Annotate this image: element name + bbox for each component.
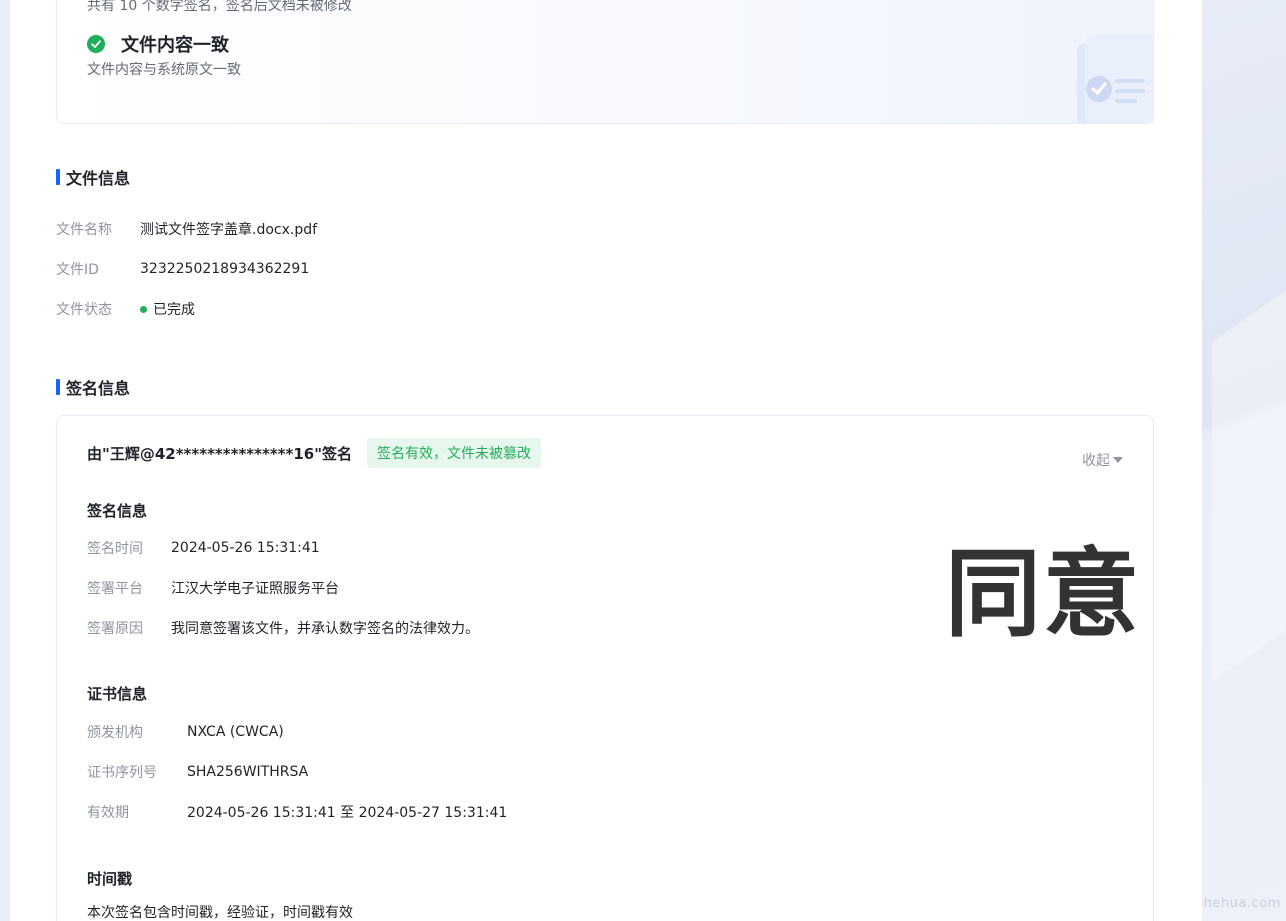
- signature-info-title: 签名信息: [66, 379, 131, 398]
- cert-serial-value: SHA256WITHRSA: [187, 764, 309, 780]
- summary-subtitle: 共有 10 个数字签名，签名后文档未被修改: [87, 0, 352, 14]
- signature-seal-image: 同意: [945, 538, 1141, 650]
- file-id-label: 文件ID: [56, 262, 99, 278]
- sign-time-row: 签名时间 2024-05-26 15:31:41: [87, 538, 320, 558]
- sign-platform-value: 江汉大学电子证照服务平台: [171, 581, 339, 597]
- file-status-label: 文件状态: [56, 302, 112, 318]
- sign-platform-label: 签署平台: [87, 581, 143, 597]
- caret-down-icon: [1113, 457, 1123, 463]
- file-status-row: 文件状态 已完成: [56, 299, 195, 319]
- signature-valid-badge: 签名有效，文件未被篡改: [367, 438, 542, 468]
- file-id-row: 文件ID 3232250218934362291: [56, 259, 309, 279]
- cert-validity-label: 有效期: [87, 805, 129, 821]
- timestamp-description: 本次签名包含时间戳，经验证，时间戳有效: [87, 905, 353, 921]
- signature-info-heading: 签名信息: [56, 375, 130, 399]
- file-status-value: 已完成: [153, 302, 195, 318]
- section-accent-bar: [56, 169, 60, 185]
- left-background: [0, 0, 10, 921]
- collapse-button[interactable]: 收起: [1082, 450, 1123, 470]
- signature-card-header: 由"王辉@42***************16"签名 签名有效，文件未被篡改: [87, 438, 542, 468]
- file-name-row: 文件名称 测试文件签字盖章.docx.pdf: [56, 219, 317, 239]
- right-background: [1202, 0, 1286, 921]
- collapse-label: 收起: [1082, 453, 1110, 469]
- summary-description: 文件内容与系统原文一致: [87, 62, 241, 78]
- sign-time-label: 签名时间: [87, 541, 143, 557]
- status-dot-icon: [140, 305, 147, 313]
- sign-time-value: 2024-05-26 15:31:41: [171, 540, 320, 556]
- timestamp-title: 时间戳: [87, 870, 133, 888]
- sign-reason-value: 我同意签署该文件，并承认数字签名的法律效力。: [171, 621, 479, 637]
- section-accent-bar: [56, 379, 60, 395]
- cert-title: 证书信息: [87, 685, 148, 703]
- cert-issuer-row: 颁发机构 NXCA (CWCA): [87, 722, 284, 742]
- summary-card: 共有 10 个数字签名，签名后文档未被修改 文件内容一致 文件内容与系统原文一致: [56, 0, 1154, 124]
- file-info-heading: 文件信息: [56, 165, 130, 189]
- cert-issuer-value: NXCA (CWCA): [187, 724, 284, 740]
- signature-card: 由"王辉@42***************16"签名 签名有效，文件未被篡改 …: [56, 415, 1154, 921]
- verification-page: 共有 10 个数字签名，签名后文档未被修改 文件内容一致 文件内容与系统原文一致…: [10, 0, 1202, 921]
- check-circle-icon: [87, 35, 105, 53]
- cert-validity-row: 有效期 2024-05-26 15:31:41 至 2024-05-27 15:…: [87, 802, 507, 822]
- file-info-title: 文件信息: [66, 169, 131, 188]
- sig-detail-title: 签名信息: [87, 502, 148, 520]
- verified-document-icon: [1077, 35, 1153, 123]
- file-name-label: 文件名称: [56, 222, 112, 238]
- summary-title: 文件内容一致: [121, 35, 229, 56]
- cert-serial-label: 证书序列号: [87, 765, 157, 781]
- signer-name: 由"王辉@42***************16"签名: [87, 444, 353, 463]
- sign-reason-label: 签署原因: [87, 621, 143, 637]
- summary-result: 文件内容一致: [87, 31, 229, 57]
- file-name-value: 测试文件签字盖章.docx.pdf: [140, 222, 318, 238]
- cert-serial-row: 证书序列号 SHA256WITHRSA: [87, 762, 308, 782]
- file-id-value: 3232250218934362291: [140, 261, 310, 277]
- sign-platform-row: 签署平台 江汉大学电子证照服务平台: [87, 578, 339, 598]
- watermark-text: chehua.com: [1196, 896, 1281, 911]
- sign-reason-row: 签署原因 我同意签署该文件，并承认数字签名的法律效力。: [87, 618, 479, 638]
- cert-validity-value: 2024-05-26 15:31:41 至 2024-05-27 15:31:4…: [187, 805, 508, 821]
- cert-issuer-label: 颁发机构: [87, 725, 143, 741]
